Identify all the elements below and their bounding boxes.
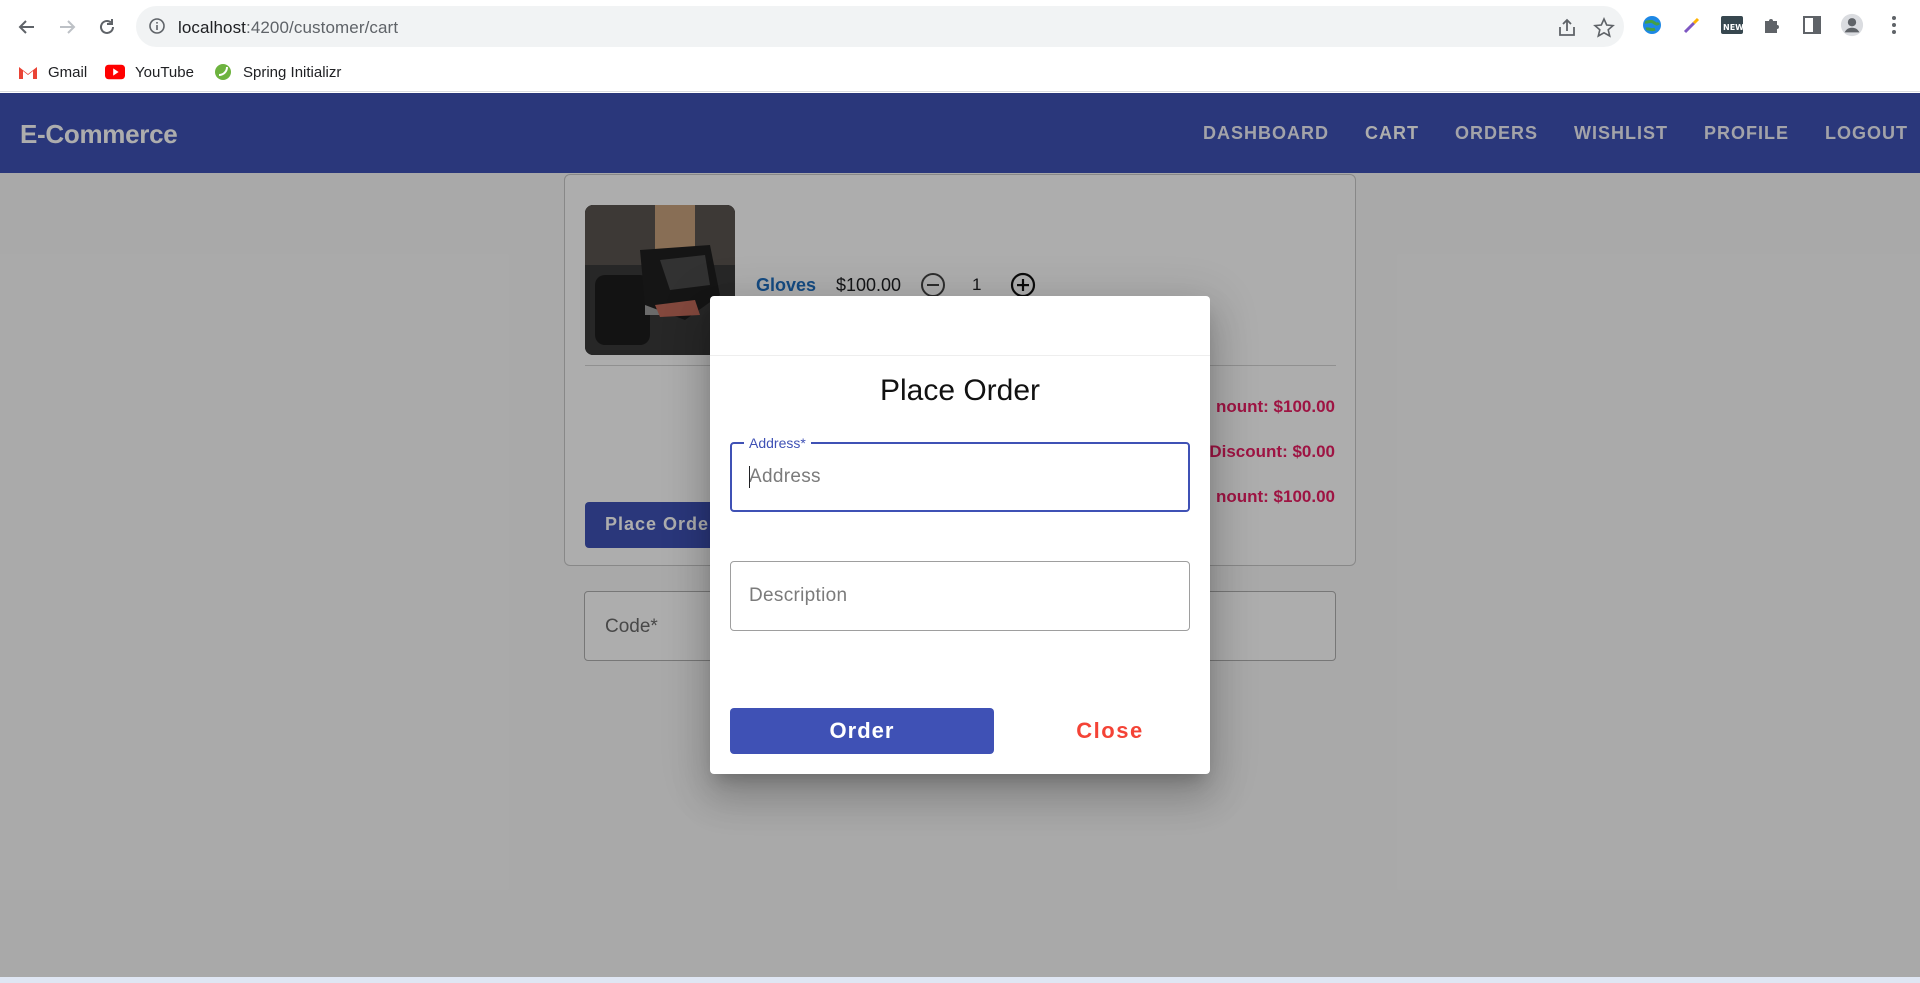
svg-text:NEW: NEW bbox=[1723, 23, 1744, 32]
extension-globe-icon[interactable] bbox=[1640, 13, 1664, 37]
side-panel-icon[interactable] bbox=[1800, 13, 1824, 37]
address-label: Address* bbox=[744, 435, 811, 451]
browser-toolbar: localhost:4200/customer/cart NEW bbox=[0, 0, 1920, 52]
close-button[interactable]: Close bbox=[1040, 708, 1180, 754]
url-text: localhost:4200/customer/cart bbox=[178, 18, 398, 38]
address-input[interactable]: Address bbox=[749, 466, 821, 488]
back-icon[interactable] bbox=[12, 12, 42, 42]
share-icon[interactable] bbox=[1556, 17, 1578, 39]
extensions-puzzle-icon[interactable] bbox=[1760, 13, 1784, 37]
bookmark-label: Spring Initializr bbox=[243, 63, 342, 81]
bookmarks-bar: Gmail YouTube Spring Initializr bbox=[0, 52, 1920, 92]
bookmark-label: YouTube bbox=[135, 63, 194, 81]
gmail-icon bbox=[18, 64, 38, 80]
description-input[interactable]: Description bbox=[749, 585, 847, 607]
place-order-dialog: Place Order Address* Address Description… bbox=[710, 296, 1210, 774]
dialog-divider bbox=[710, 355, 1210, 356]
bookmark-youtube[interactable]: YouTube bbox=[105, 61, 194, 83]
bookmark-star-icon[interactable] bbox=[1593, 17, 1615, 39]
bookmark-spring[interactable]: Spring Initializr bbox=[213, 61, 341, 83]
bookmark-label: Gmail bbox=[48, 63, 88, 81]
dialog-title: Place Order bbox=[879, 374, 1041, 407]
youtube-icon bbox=[105, 64, 125, 80]
url-host: localhost bbox=[178, 18, 246, 37]
spring-icon bbox=[213, 64, 233, 80]
extension-picker-icon[interactable] bbox=[1680, 13, 1704, 37]
url-path: :4200/customer/cart bbox=[246, 18, 399, 37]
forward-icon[interactable] bbox=[52, 12, 82, 42]
profile-avatar-icon[interactable] bbox=[1840, 13, 1864, 37]
order-button[interactable]: Order bbox=[730, 708, 994, 754]
bottom-strip bbox=[0, 977, 1920, 983]
text-caret bbox=[749, 466, 750, 488]
description-field[interactable]: Description bbox=[730, 561, 1190, 631]
address-bar[interactable]: localhost:4200/customer/cart bbox=[136, 6, 1624, 47]
extension-news-icon[interactable]: NEW bbox=[1720, 13, 1744, 37]
reload-icon[interactable] bbox=[92, 12, 122, 42]
site-info-icon[interactable] bbox=[148, 17, 166, 40]
browser-menu-icon[interactable] bbox=[1882, 13, 1906, 37]
address-field[interactable]: Address* Address bbox=[730, 435, 1190, 512]
bookmark-gmail[interactable]: Gmail bbox=[18, 61, 87, 83]
